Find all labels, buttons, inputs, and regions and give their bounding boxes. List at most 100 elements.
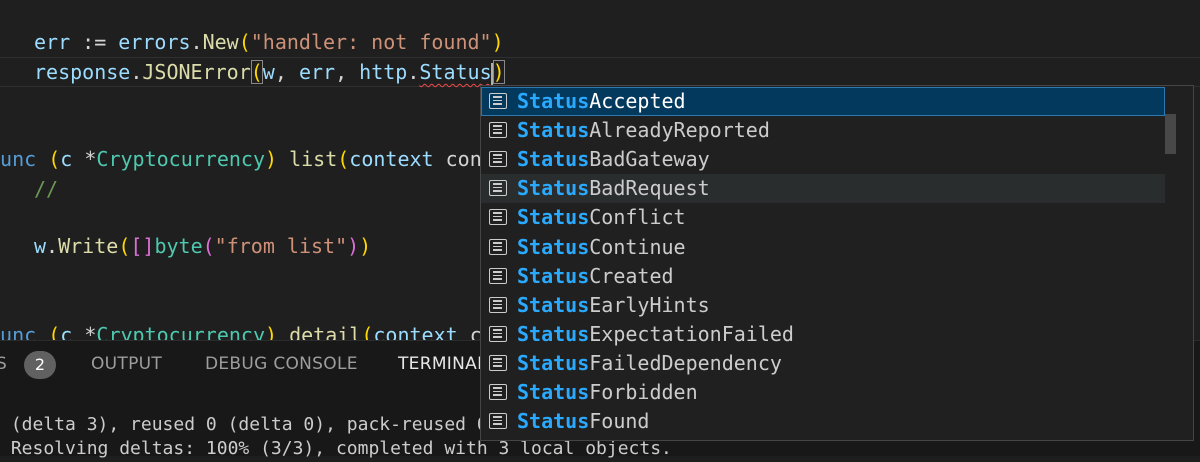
suggest-item-rest: Created [589,264,674,288]
code-line-1[interactable]: err := errors.New("handler: not found") [34,27,504,57]
token-variable: w [34,234,47,258]
code-line-4[interactable]: // [34,174,58,204]
token-error-squiggle: Status [419,60,492,84]
suggest-item-label: StatusBadRequest [517,174,710,203]
token-comma: , [335,60,360,84]
token-function: JSONError [142,60,251,84]
code-line-3[interactable]: func (c *Cryptocurrency) list(context co… [0,144,494,174]
suggest-item-rest: Continue [589,235,686,259]
enum-member-icon [489,326,507,342]
token-bracket: ) [491,30,504,54]
tab-problems[interactable]: S [0,354,7,374]
suggest-item-rest: Conflict [589,205,686,229]
suggest-item-rest: BadGateway [589,147,710,171]
code-line-2[interactable]: response.JSONError(w, err, http.Status) [34,57,505,87]
token-bracket: ( [238,30,251,54]
problems-count-badge: 2 [24,351,56,379]
suggest-item[interactable]: StatusAlreadyReported [481,116,1165,145]
token-operator: := [70,30,119,54]
suggest-item[interactable]: StatusForbidden [481,378,1165,407]
suggest-item[interactable]: StatusConflict [481,203,1165,232]
enum-member-icon [489,297,507,313]
token-bracket-matched: ) [492,60,505,84]
tab-output[interactable]: OUTPUT [91,354,162,374]
terminal-output-line: (delta 3), reused 0 (delta 0), pack-reus… [0,414,488,435]
tab-debug-console[interactable]: DEBUG CONSOLE [205,354,358,374]
code-line-5[interactable]: w.Write([]byte("from list")) [34,231,371,261]
suggest-item-match: Status [517,293,590,317]
suggest-item[interactable]: StatusFound [481,407,1165,436]
token-package: http [359,60,408,84]
suggest-item-label: StatusFailedDependency [517,349,782,378]
suggest-item-match: Status [517,235,590,259]
suggest-item-rest: AlreadyReported [589,118,770,142]
token-variable: c [60,147,73,171]
token-bracket: ) [359,234,372,258]
token-bracket: ( [202,234,215,258]
suggest-item-match: Status [517,409,590,433]
token-type: byte [154,234,203,258]
token-comma: , [274,60,299,84]
suggest-item-label: StatusAlreadyReported [517,116,770,145]
autocomplete-suggest-widget[interactable]: StatusAccepted StatusAlreadyReported Statu… [480,85,1194,441]
token-variable: err [298,60,336,84]
token-bracket: ( [118,234,131,258]
code-line-6[interactable]: func (c *Cryptocurrency) detail(context … [0,320,494,340]
suggest-item[interactable]: StatusFailedDependency [481,349,1165,378]
tab-terminal[interactable]: TERMINAL [398,354,487,374]
token-keyword: func [0,147,37,171]
token-bracket: ( [361,323,374,340]
suggest-item-label: StatusConflict [517,203,686,232]
token-bracket: [] [130,234,155,258]
suggest-item[interactable]: StatusExpectationFailed [481,320,1165,349]
token-function: list [289,147,338,171]
token-variable: w [262,60,275,84]
token-type: Cryptocurrency [96,147,265,171]
token-function: Write [58,234,119,258]
suggest-item[interactable]: StatusBadRequest [481,174,1165,203]
suggest-item[interactable]: StatusCreated [481,262,1165,291]
suggest-item-rest: ExpectationFailed [589,322,794,346]
token-string: "handler: not found" [250,30,492,54]
suggest-item[interactable]: StatusContinue [481,233,1165,262]
token-dot: . [130,60,143,84]
token-variable: err [34,30,71,54]
token-bracket: ( [337,147,350,171]
enum-member-icon [489,180,507,196]
token-variable: response [34,60,131,84]
suggest-item[interactable]: StatusAccepted [481,87,1165,116]
suggest-item-match: Status [517,351,590,375]
enum-member-icon [489,384,507,400]
suggest-item-rest: EarlyHints [589,293,710,317]
enum-member-icon [489,93,507,109]
token-type: Cryptocurrency [96,323,265,340]
token-package: errors [118,30,191,54]
suggest-item-match: Status [517,118,590,142]
suggest-item-label: StatusCreated [517,262,674,291]
token-operator: * [72,147,97,171]
suggest-scrollbar-thumb[interactable] [1165,114,1176,154]
token-function: detail [289,323,362,340]
suggest-item-match: Status [517,205,590,229]
suggest-item-label: StatusFound [517,407,649,436]
enum-member-icon [489,151,507,167]
suggest-item[interactable]: StatusEarlyHints [481,291,1165,320]
token-bracket: ) [264,147,278,171]
suggest-item-rest: FailedDependency [589,351,782,375]
enum-member-icon [489,209,507,225]
suggest-item-label: StatusExpectationFailed [517,320,794,349]
suggest-item[interactable]: StatusBadGateway [481,145,1165,174]
suggest-item-rest: BadRequest [589,176,710,200]
suggest-item-label: StatusForbidden [517,378,698,407]
token-variable: c [60,323,73,340]
enum-member-icon [489,413,507,429]
token-bracket: ( [48,147,61,171]
suggest-item-rest: Forbidden [589,380,698,404]
token-dot: . [46,234,59,258]
suggest-item-match: Status [517,322,590,346]
token-dot: . [190,30,203,54]
